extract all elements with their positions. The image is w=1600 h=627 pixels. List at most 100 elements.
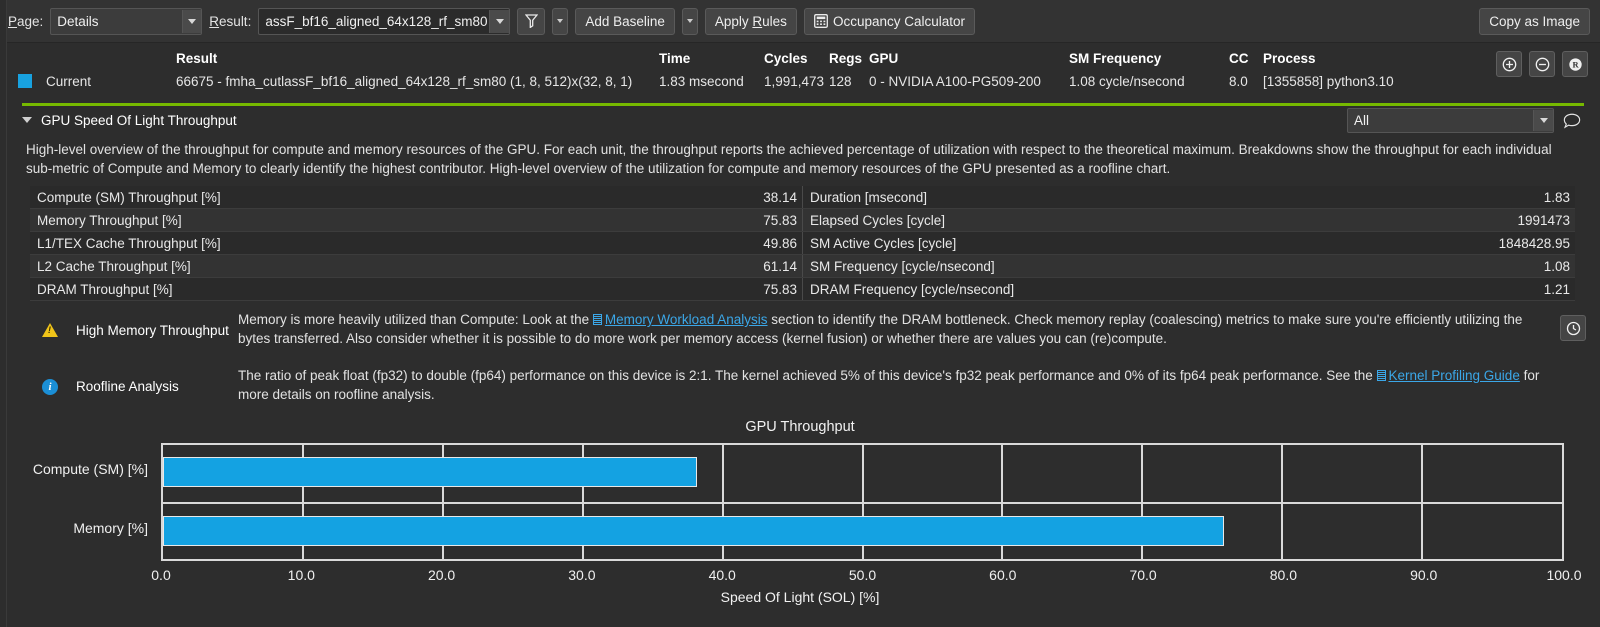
advisory-action-button[interactable] <box>1560 315 1586 341</box>
occupancy-calculator-button[interactable]: Occupancy Calculator <box>804 8 975 35</box>
calculator-icon <box>814 14 828 28</box>
section-comment-button[interactable] <box>1560 109 1584 132</box>
chart-x-tick-label: 90.0 <box>1410 567 1437 583</box>
section-title: GPU Speed Of Light Throughput <box>41 113 237 128</box>
page-select[interactable]: Details <box>50 8 202 35</box>
metric-value: 75.83 <box>763 282 797 297</box>
row-cc: 8.0 <box>1229 74 1263 89</box>
metric-value: 38.14 <box>763 190 797 205</box>
chart-x-tick-label: 0.0 <box>151 567 170 583</box>
chart-plot-zone: Compute (SM) [%] Memory [%] <box>0 443 1600 561</box>
metric-value: 1.83 <box>1544 190 1570 205</box>
memory-workload-analysis-link[interactable]: Memory Workload Analysis <box>605 312 768 327</box>
chart-bar[interactable] <box>163 457 697 487</box>
row-name: Current <box>46 74 176 89</box>
filter-dropdown-button[interactable] <box>552 8 568 35</box>
chart-x-tick-label: 80.0 <box>1270 567 1297 583</box>
nsight-compute-window: Page: Details Result: assF_bf16_aligned_… <box>0 0 1600 627</box>
chevron-down-icon[interactable] <box>1533 110 1553 131</box>
advisory-body: Memory is more heavily utilized than Com… <box>226 310 1592 348</box>
series-color-swatch[interactable] <box>18 74 46 88</box>
zoom-in-button[interactable] <box>1496 51 1522 77</box>
zoom-out-icon <box>1535 57 1550 72</box>
zoom-in-icon <box>1502 57 1517 72</box>
table-row[interactable]: DRAM Throughput [%] 75.83 DRAM Frequency… <box>30 278 1575 301</box>
chevron-down-icon[interactable] <box>22 117 32 123</box>
apply-rules-button[interactable]: Apply Rules <box>705 8 797 35</box>
metric-name: Elapsed Cycles [cycle] <box>810 213 945 228</box>
clock-history-icon[interactable] <box>1560 315 1586 341</box>
chart-y-tick-label: Memory [%] <box>73 520 148 536</box>
row-process: [1355858] python3.10 <box>1263 74 1483 89</box>
warning-triangle-icon <box>38 310 62 337</box>
advisory-text-before-link: The ratio of peak float (fp32) to double… <box>238 368 1377 383</box>
add-baseline-dropdown-button[interactable] <box>682 8 698 35</box>
metric-value: 61.14 <box>763 259 797 274</box>
comment-bubble-icon <box>1563 113 1581 129</box>
chart-y-axis-labels: Compute (SM) [%] Memory [%] <box>0 443 156 561</box>
advisory-row-roofline-analysis: i Roofline Analysis The ratio of peak fl… <box>0 357 1600 413</box>
metric-value: 1.21 <box>1544 282 1570 297</box>
table-row[interactable]: Compute (SM) Throughput [%] 38.14 Durati… <box>30 186 1575 209</box>
document-icon <box>1377 370 1386 381</box>
chart-bar[interactable] <box>163 516 1224 546</box>
metric-name: SM Active Cycles [cycle] <box>810 236 956 251</box>
metric-cell: SM Active Cycles [cycle] 1848428.95 <box>803 232 1575 254</box>
chart-x-tick-label: 50.0 <box>849 567 876 583</box>
result-header: Result <box>176 51 659 66</box>
apply-rules-label: Apply Rules <box>715 14 787 29</box>
page-select-value: Details <box>51 9 181 34</box>
metrics-table: Compute (SM) Throughput [%] 38.14 Durati… <box>30 186 1575 301</box>
funnel-icon <box>525 14 538 28</box>
kernel-profiling-guide-link[interactable]: Kernel Profiling Guide <box>1389 368 1520 383</box>
regs-header: Regs <box>829 51 869 66</box>
table-row[interactable]: Current 66675 - fmha_cutlassF_bf16_align… <box>0 69 1600 93</box>
chart-x-axis-title: Speed Of Light (SOL) [%] <box>0 589 1600 605</box>
chart-x-tick-label: 100.0 <box>1546 567 1581 583</box>
zoom-out-button[interactable] <box>1529 51 1555 77</box>
section-filter-value: All <box>1348 109 1533 132</box>
chart-x-tick-label: 40.0 <box>709 567 736 583</box>
section-filter-select[interactable]: All <box>1347 108 1554 133</box>
row-regs: 128 <box>829 74 869 89</box>
zoom-controls: R <box>1496 51 1588 77</box>
occupancy-calculator-label: Occupancy Calculator <box>833 14 965 29</box>
filter-button[interactable] <box>517 8 545 35</box>
advisory-title: Roofline Analysis <box>62 366 226 394</box>
copy-as-image-label: Copy as Image <box>1489 14 1580 29</box>
add-baseline-label: Add Baseline <box>585 14 665 29</box>
section-header-controls: All <box>1347 108 1584 133</box>
advisory-title: High Memory Throughput <box>62 310 226 338</box>
metric-cell: SM Frequency [cycle/nsecond] 1.08 <box>803 255 1575 277</box>
row-time: 1.83 msecond <box>659 74 764 89</box>
gpu-speed-of-light-section: GPU Speed Of Light Throughput All High-l… <box>0 103 1600 627</box>
time-header: Time <box>659 51 764 66</box>
result-summary-header-row: Result Time Cycles Regs GPU SM Frequency… <box>0 47 1600 69</box>
chart-x-tick-label: 30.0 <box>568 567 595 583</box>
result-select[interactable]: assF_bf16_aligned_64x128_rf_sm80 <box>258 8 510 35</box>
chevron-down-icon[interactable] <box>489 10 509 33</box>
section-header[interactable]: GPU Speed Of Light Throughput All <box>0 106 1600 134</box>
chart-plot-area <box>161 443 1564 561</box>
metric-cell: L2 Cache Throughput [%] 61.14 <box>30 255 803 277</box>
chevron-down-icon[interactable] <box>182 10 202 33</box>
row-cycles: 1,991,473 <box>764 74 829 89</box>
metric-name: L2 Cache Throughput [%] <box>37 259 191 274</box>
table-row[interactable]: L1/TEX Cache Throughput [%] 49.86 SM Act… <box>30 232 1575 255</box>
metric-name: DRAM Frequency [cycle/nsecond] <box>810 282 1014 297</box>
result-summary-table: Result Time Cycles Regs GPU SM Frequency… <box>0 43 1600 103</box>
chart-x-axis: 0.010.020.030.040.050.060.070.080.090.01… <box>161 567 1564 587</box>
table-row[interactable]: Memory Throughput [%] 75.83 Elapsed Cycl… <box>30 209 1575 232</box>
svg-text:R: R <box>1572 59 1579 69</box>
row-sm-frequency: 1.08 cycle/nsecond <box>1069 74 1229 89</box>
section-description: High-level overview of the throughput fo… <box>0 134 1600 184</box>
row-gpu: 0 - NVIDIA A100-PG509-200 <box>869 74 1069 89</box>
add-baseline-button[interactable]: Add Baseline <box>575 8 675 35</box>
metric-name: SM Frequency [cycle/nsecond] <box>810 259 995 274</box>
table-row[interactable]: L2 Cache Throughput [%] 61.14 SM Frequen… <box>30 255 1575 278</box>
reset-zoom-button[interactable]: R <box>1562 51 1588 77</box>
info-circle-icon: i <box>38 366 62 395</box>
copy-as-image-button[interactable]: Copy as Image <box>1479 8 1590 35</box>
result-select-value: assF_bf16_aligned_64x128_rf_sm80 <box>259 9 489 34</box>
metric-value: 49.86 <box>763 236 797 251</box>
